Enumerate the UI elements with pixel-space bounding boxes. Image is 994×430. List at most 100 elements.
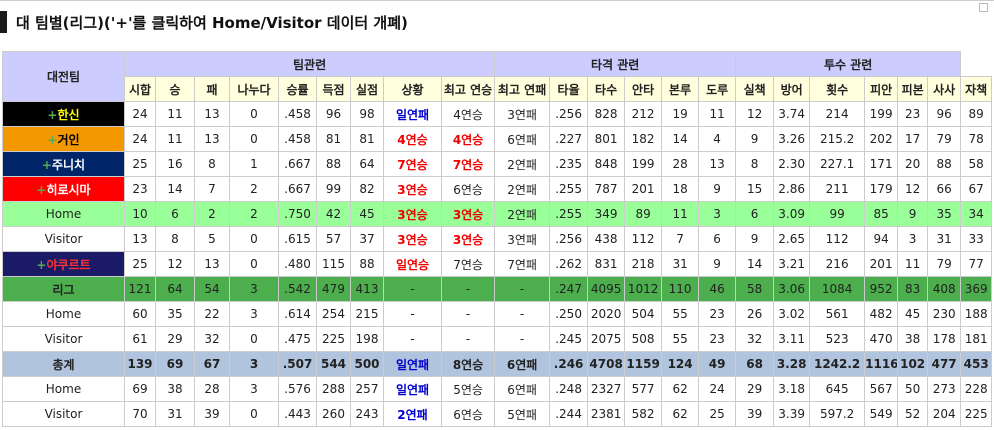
team-name-cell[interactable]: +야쿠르트 [2, 251, 125, 277]
column-header-2[interactable]: 패 [194, 76, 230, 102]
title-accent-bar [0, 11, 7, 33]
stat-cell: 69 [124, 376, 156, 402]
stat-cell: 1 [229, 151, 279, 177]
stat-cell: 479 [316, 276, 351, 302]
stat-cell: 582 [624, 401, 663, 427]
column-header-6[interactable]: 실점 [350, 76, 384, 102]
expand-plus-icon[interactable]: + [36, 258, 46, 272]
column-header-12[interactable]: 안타 [624, 76, 663, 102]
team-name-cell[interactable]: +주니치 [2, 151, 125, 177]
table-row: 총계 139 69 67 3.507 544 500 일연패 8연승 6연패 .246 4708 115… [2, 351, 993, 377]
stat-cell: 952 [864, 276, 899, 302]
team-name-cell: Visitor [2, 326, 125, 352]
stat-cell: 11 [155, 101, 195, 127]
column-header-16[interactable]: 방어 [773, 76, 811, 102]
stat-cell: 9 [698, 251, 737, 277]
stat-cell: 1116 [864, 351, 899, 377]
stat-cell: 2연패 [494, 151, 551, 177]
stat-cell: 179 [864, 176, 899, 202]
stat-cell: .255 [549, 201, 589, 227]
stat-cell: 273 [927, 376, 962, 402]
stat-cell: 500 [350, 351, 384, 377]
column-header-5[interactable]: 득점 [316, 76, 351, 102]
stat-cell: 1242.2 [809, 351, 866, 377]
column-header-18[interactable]: 피안 [864, 76, 899, 102]
expand-plus-icon[interactable]: + [47, 108, 57, 122]
team-name-cell[interactable]: +히로시마 [2, 176, 125, 202]
column-header-8[interactable]: 최고 연승 [440, 76, 496, 102]
stat-cell: 3연승 [440, 226, 496, 252]
stat-cell: 228 [960, 376, 993, 402]
column-header-10[interactable]: 타율 [549, 76, 589, 102]
stat-cell: 22 [194, 301, 230, 327]
column-header-0[interactable]: 시합 [124, 76, 156, 102]
stat-cell: 23 [698, 326, 737, 352]
stat-cell: 70 [124, 401, 156, 427]
column-header-3[interactable]: 나누다 [229, 76, 279, 102]
stat-cell: 178 [927, 326, 962, 352]
stat-cell: 260 [316, 401, 351, 427]
stat-cell: 31 [927, 226, 962, 252]
stat-cell: 121 [124, 276, 156, 302]
column-header-20[interactable]: 사사 [927, 76, 962, 102]
stat-cell: 523 [809, 326, 866, 352]
stat-cell: 171 [864, 151, 899, 177]
stat-cell: 89 [960, 101, 993, 127]
column-header-11[interactable]: 타수 [587, 76, 626, 102]
expand-plus-icon[interactable]: + [47, 133, 57, 147]
stat-cell: 6연승 [440, 401, 496, 427]
stat-cell: .247 [549, 276, 589, 302]
stat-cell: 13 [124, 226, 156, 252]
table-row: +주니치 25 16 8 1.667 88 64 7연승 7연승 2연패 .235 848 199 28 1… [2, 151, 993, 177]
table-row: 리그 121 64 54 3.542 479 413- - - .247 4095 1012 110 46… [2, 276, 993, 302]
expand-plus-icon[interactable]: + [36, 183, 46, 197]
stat-cell: .507 [278, 351, 317, 377]
stat-cell: 28 [661, 151, 700, 177]
column-header-row: 시합 승 패 나누다 승률 득점 실점 상황 최고 연승 최고 연패 타율 타수 안타 본루 도루 실책 방어 횟… [3, 76, 993, 102]
group-header-0: 팀관련 [123, 51, 496, 77]
stat-cell: 3.39 [773, 401, 811, 427]
column-header-4[interactable]: 승률 [278, 76, 317, 102]
stat-cell: 14 [661, 126, 700, 152]
column-header-19[interactable]: 피본 [897, 76, 929, 102]
stat-cell: 45 [897, 301, 929, 327]
stat-cell: 2연패 [494, 176, 551, 202]
column-header-15[interactable]: 실책 [735, 76, 775, 102]
team-name-cell[interactable]: +한신 [2, 101, 125, 127]
stat-cell: 29 [735, 376, 775, 402]
team-name: 한신 [57, 107, 80, 122]
column-header-7[interactable]: 상황 [383, 76, 442, 102]
table-row: Home 69 38 28 3.576 288 257 일연패 5연승 6연패 .248 2327 57… [2, 376, 993, 402]
stat-cell: .614 [278, 301, 317, 327]
stat-cell: 0 [229, 401, 279, 427]
column-header-9[interactable]: 최고 연패 [494, 76, 551, 102]
expand-plus-icon[interactable]: + [42, 158, 52, 172]
stat-cell: 227.1 [809, 151, 866, 177]
column-header-13[interactable]: 본루 [661, 76, 700, 102]
stat-cell: 42 [316, 201, 351, 227]
stat-cell: 5 [194, 226, 230, 252]
stat-cell: 2020 [587, 301, 626, 327]
stat-cell: 202 [864, 126, 899, 152]
team-name-cell: Visitor [2, 226, 125, 252]
column-header-21[interactable]: 자책 [960, 76, 993, 102]
corner-box-icon[interactable] [979, 3, 988, 12]
stat-cell: .248 [549, 376, 589, 402]
team-name-cell[interactable]: +거인 [2, 126, 125, 152]
column-header-14[interactable]: 도루 [698, 76, 737, 102]
stat-cell: 211 [809, 176, 866, 202]
table-row: Visitor 13 8 5 0.615 57 37 3연승 3연승 3연패 .256 438 112 7… [2, 226, 993, 252]
stat-cell: 6연패 [494, 126, 551, 152]
stat-cell: 7연승 [440, 251, 496, 277]
stat-cell: 254 [316, 301, 351, 327]
column-header-1[interactable]: 승 [155, 76, 195, 102]
stat-cell: 4095 [587, 276, 626, 302]
stat-cell: 64 [155, 276, 195, 302]
stat-cell: 453 [960, 351, 993, 377]
stat-cell: 230 [927, 301, 962, 327]
stat-cell: 69 [155, 351, 195, 377]
stat-cell: 67 [960, 176, 993, 202]
stat-cell: 214 [809, 101, 866, 127]
stat-cell: 9 [735, 126, 775, 152]
column-header-17[interactable]: 횟수 [809, 76, 866, 102]
